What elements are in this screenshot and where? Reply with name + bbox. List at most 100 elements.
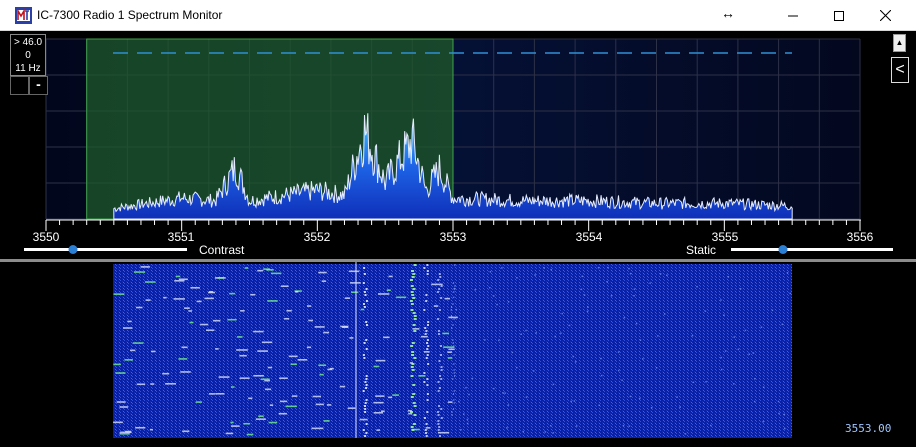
waterfall-signal-dash [215,348,219,350]
waterfall-noise-dot [628,267,630,270]
waterfall-noise-dot [573,400,576,402]
waterfall-signal-dot [410,396,414,398]
waterfall-noise-dot [587,306,589,308]
blank-box[interactable] [10,76,29,95]
waterfall-signal-dash [190,286,200,289]
waterfall-signal-dash [420,335,428,338]
waterfall-signal-dot [423,309,426,311]
tick-label-3554: 3554 [575,230,603,244]
waterfall-noise-dot [507,404,510,406]
resize-icon[interactable]: ↔ [721,5,735,21]
waterfall-signal-dot [411,276,415,278]
waterfall-noise-dot [696,285,698,288]
waterfall-signal-dot [454,285,456,287]
waterfall-signal-dash [425,427,431,429]
waterfall-signal-dash [321,280,327,282]
waterfall-signal-dot [440,297,443,299]
waterfall-noise-dot [638,397,641,400]
waterfall-signal-dot [413,414,417,416]
collapse-button[interactable]: < [891,57,909,83]
waterfall-signal-dot [452,303,454,305]
waterfall-signal-dot [453,354,455,356]
waterfall-noise-dot [502,392,504,394]
waterfall-noise-dot [606,280,608,283]
waterfall-signal-dot [425,432,428,434]
waterfall-signal-dot [424,333,427,335]
waterfall-signal-dash [206,329,215,332]
waterfall-signal-dot [412,312,416,314]
waterfall-signal-dash [225,432,234,435]
waterfall-noise-dot [635,322,638,325]
waterfall-signal-dot [411,342,415,344]
waterfall-signal-dash [115,372,126,374]
waterfall-noise-dot [575,425,578,427]
waterfall-noise-dot [705,381,707,383]
waterfall-signal-dot [450,309,452,311]
spectrum-plot[interactable] [0,31,916,259]
waterfall-signal-dash [412,328,420,330]
waterfall-signal-dot [411,351,415,353]
waterfall-signal-dash [180,371,191,373]
static-slider-thumb[interactable] [778,245,788,254]
scroll-up-button[interactable]: ▲ [893,34,906,52]
waterfall-signal-dash [215,392,225,395]
waterfall-signal-dot [426,273,429,275]
waterfall-signal-dash [392,394,399,396]
rbw-value: 11 Hz [15,63,41,74]
static-slider[interactable] [731,245,893,255]
waterfall-signal-dot [412,288,416,290]
waterfall-noise-dot [580,288,583,291]
waterfall-noise-dot [621,379,623,382]
waterfall-noise-dot [549,424,552,427]
waterfall-signal-dash [144,281,156,283]
waterfall-noise-dot [789,292,791,295]
waterfall-noise-dot [629,272,632,275]
waterfall-signal-dot [425,435,428,437]
waterfall-signal-dot [410,366,414,368]
waterfall-noise-dot [786,272,789,274]
waterfall-background [113,264,792,438]
waterfall-noise-dot [760,326,763,328]
waterfall-noise-dot [465,386,467,389]
waterfall-signal-dash [431,283,443,286]
waterfall-signal-dot [426,384,429,386]
waterfall-signal-dot [453,318,455,320]
close-button[interactable] [862,0,908,31]
contrast-slider-thumb[interactable] [68,245,78,254]
waterfall-noise-dot [733,336,735,338]
waterfall-display[interactable] [0,262,916,447]
waterfall-signal-dot [436,318,439,320]
waterfall-signal-dot [412,393,416,395]
waterfall-signal-dot [365,399,368,401]
waterfall-signal-dot [410,345,414,347]
waterfall-signal-dot [426,348,429,350]
waterfall-signal-dot [452,378,454,380]
minimize-button[interactable] [770,0,816,31]
waterfall-signal-dot [412,297,416,299]
waterfall-noise-dot [617,351,620,353]
waterfall-signal-dot [440,366,443,368]
waterfall-signal-dot [437,429,440,431]
waterfall-signal-dash [297,358,308,361]
waterfall-signal-dash [135,426,146,429]
waterfall-signal-dash [218,376,230,378]
minus-button[interactable]: - [29,76,48,95]
waterfall-noise-dot [525,396,528,398]
waterfall-signal-dot [440,417,443,419]
waterfall-signal-dot [364,405,367,407]
waterfall-signal-dot [425,294,428,296]
waterfall-signal-dash [250,293,256,296]
waterfall-signal-dot [362,354,365,356]
waterfall-signal-dash [257,269,263,272]
span-value: 0 [25,50,31,61]
waterfall-signal-dot [436,291,439,293]
maximize-button[interactable] [816,0,862,31]
waterfall-signal-dot [440,285,443,287]
waterfall-signal-dot [426,354,429,356]
waterfall-signal-dash [173,298,185,300]
waterfall-signal-dot [437,381,440,383]
contrast-slider[interactable] [24,245,187,255]
waterfall-noise-dot [463,413,465,415]
tick-label-3552: 3552 [303,230,331,244]
waterfall-signal-dash [386,289,391,292]
